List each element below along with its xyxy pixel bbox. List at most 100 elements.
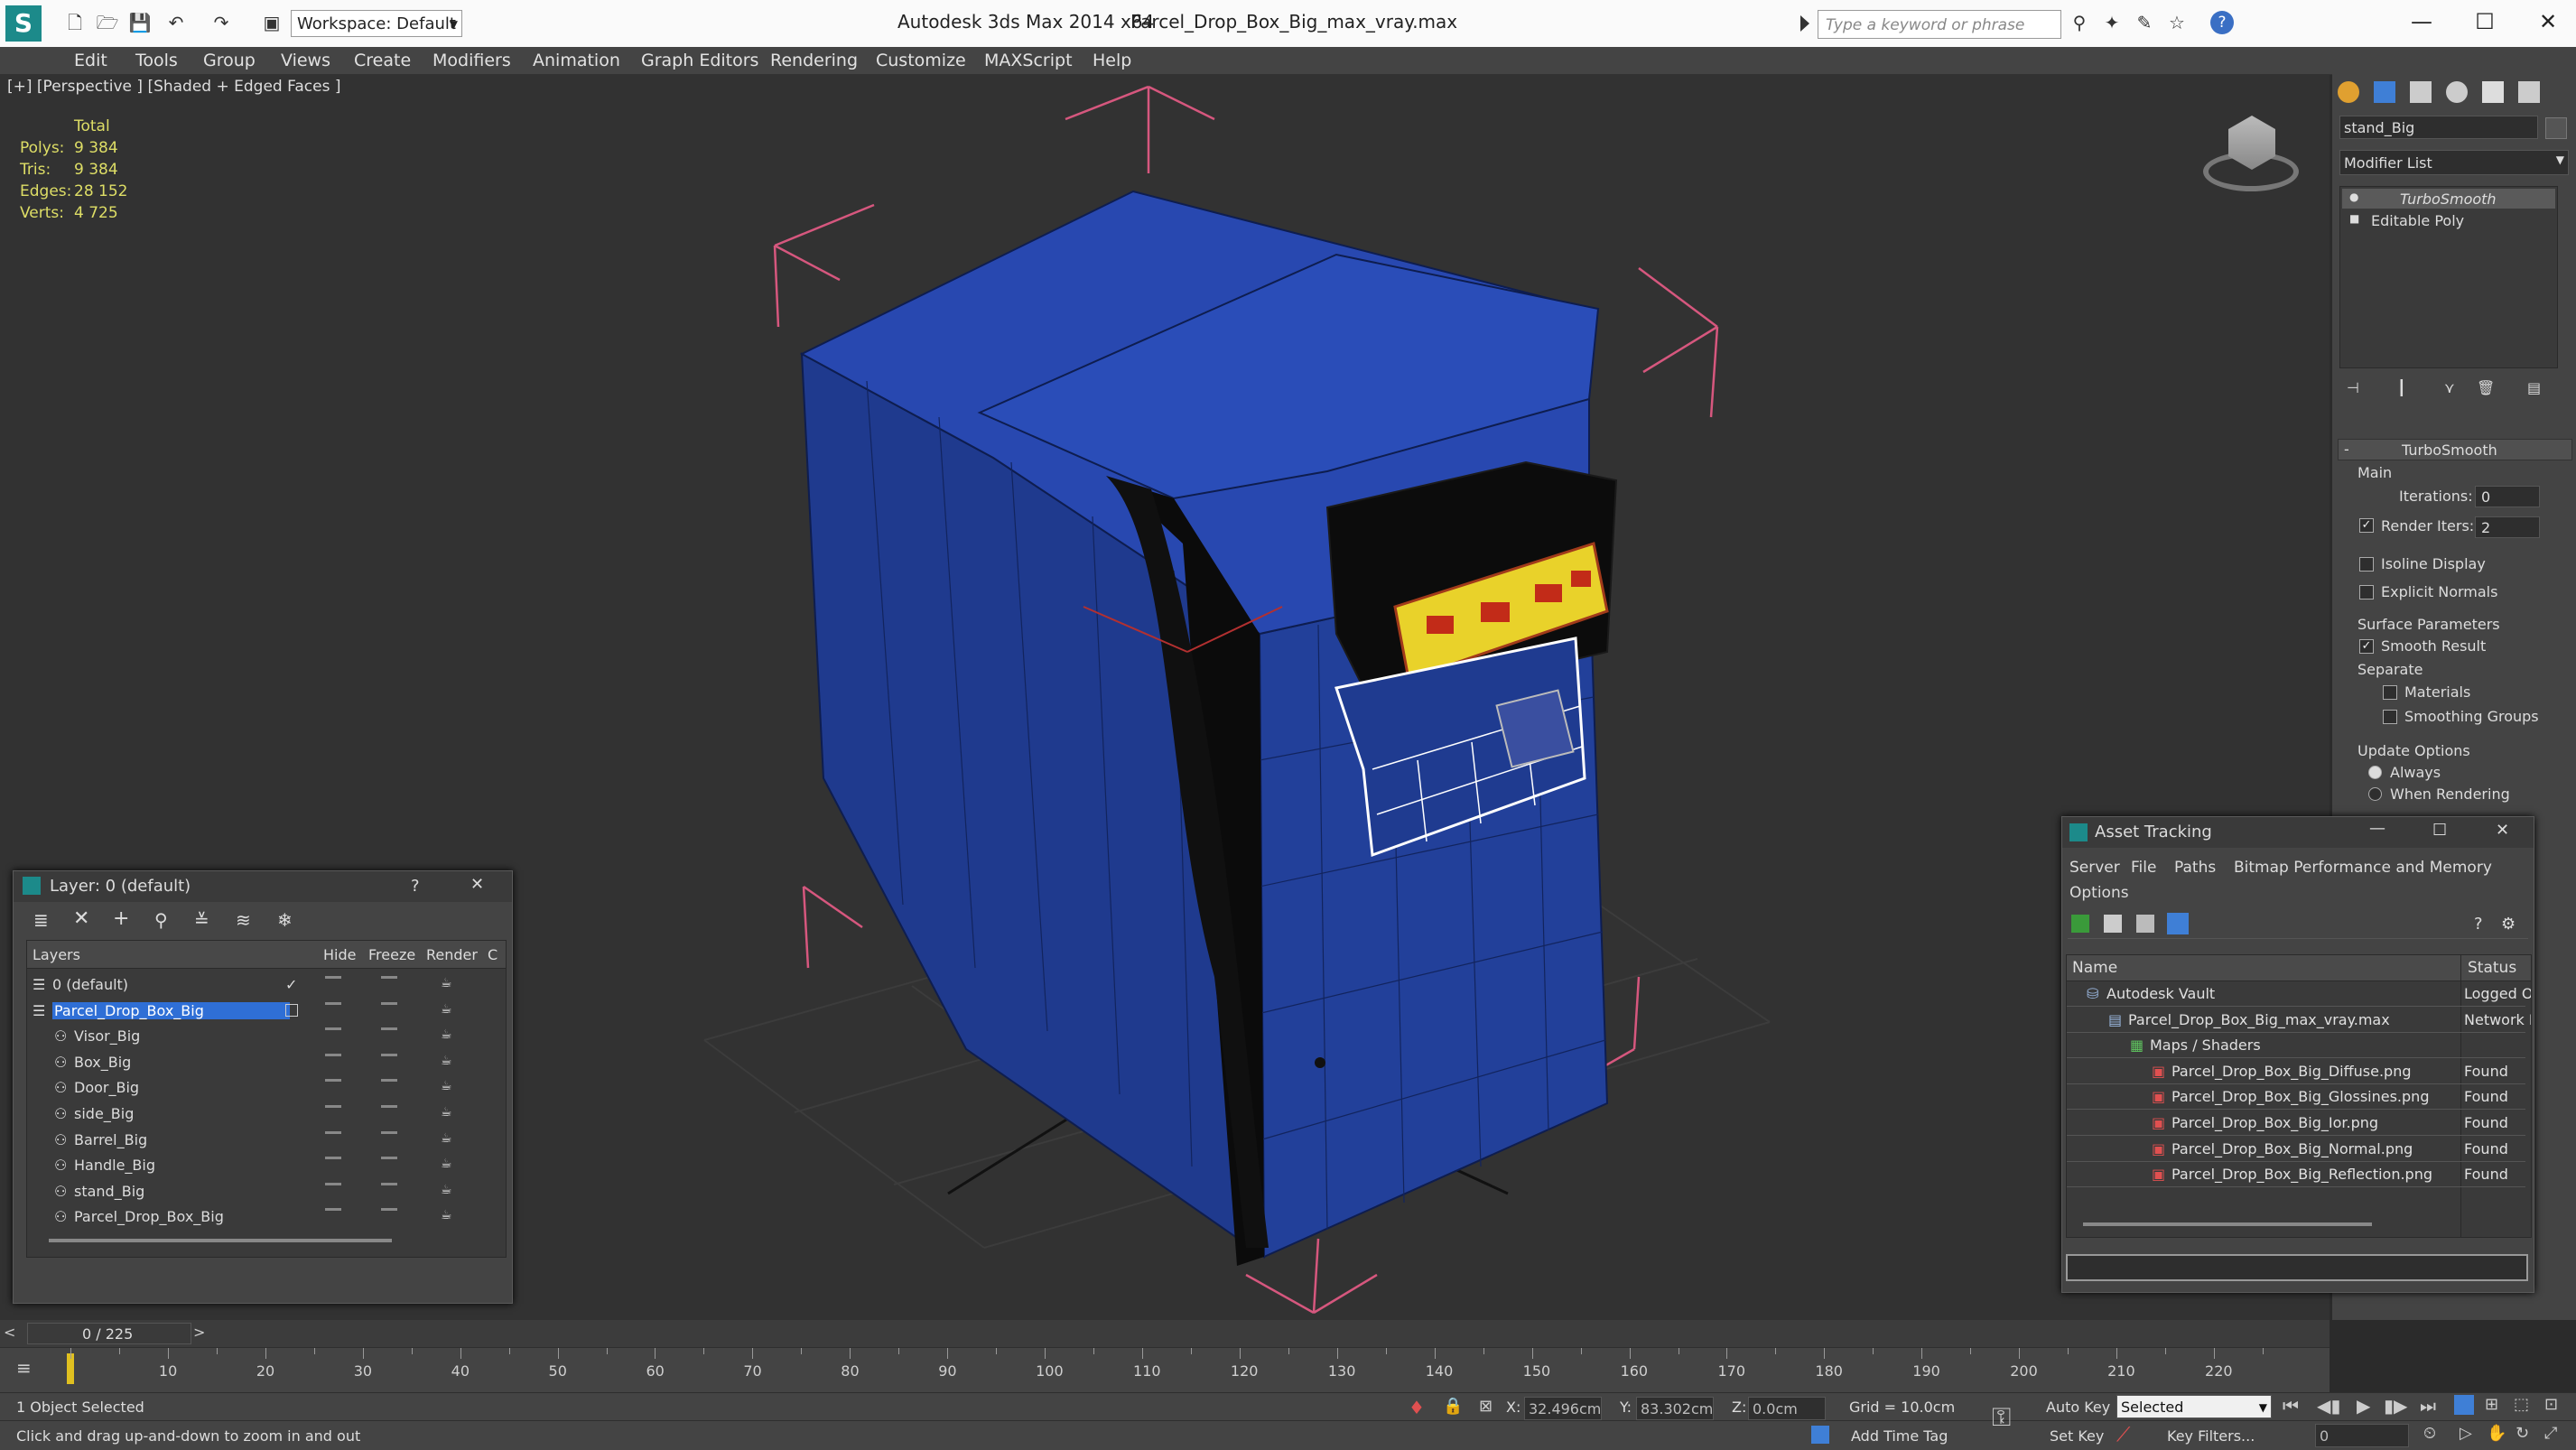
hide-toggle[interactable]	[325, 1001, 341, 1005]
render-teapot-icon[interactable]: ☕	[441, 1079, 452, 1093]
next-frame-icon[interactable]: ▮▶	[2384, 1395, 2407, 1417]
display-tab-icon[interactable]	[2482, 81, 2504, 103]
help-icon[interactable]: ?	[2474, 915, 2492, 934]
menu-animation[interactable]: Animation	[533, 51, 620, 70]
object-color-swatch[interactable]	[2545, 117, 2567, 139]
render-teapot-icon[interactable]: ☕	[441, 1157, 452, 1171]
make-unique-icon[interactable]: ⋎	[2444, 379, 2455, 396]
layer-row[interactable]: ☰ 0 (default) ✓ ☕	[27, 971, 497, 997]
menu-customize[interactable]: Customize	[876, 51, 966, 70]
freeze-toggle[interactable]	[381, 1130, 397, 1134]
time-prev-icon[interactable]: <	[4, 1324, 15, 1341]
hide-toggle[interactable]	[325, 1157, 341, 1160]
go-to-end-icon[interactable]: ⏭	[2420, 1395, 2436, 1417]
viewcube[interactable]	[2203, 116, 2302, 197]
project-folder-icon[interactable]: ▣	[260, 11, 284, 34]
motion-tab-icon[interactable]	[2446, 81, 2468, 103]
current-frame-field[interactable]: 0	[2315, 1424, 2409, 1447]
asset-row[interactable]: ⛁ Autodesk Vault Logged O	[2067, 981, 2531, 1007]
render-teapot-icon[interactable]: ☕	[441, 1183, 452, 1197]
render-teapot-icon[interactable]: ☕	[441, 1027, 452, 1042]
zoom-all-icon[interactable]: ⊞	[2485, 1395, 2498, 1414]
menu-maxscript[interactable]: MAXScript	[984, 51, 1073, 70]
freeze-toggle[interactable]	[381, 1027, 397, 1031]
save-icon[interactable]: 💾	[128, 11, 152, 34]
freeze-toggle[interactable]	[381, 1182, 397, 1185]
asset-row[interactable]: ▣ Parcel_Drop_Box_Big_Diffuse.png Found	[2067, 1058, 2525, 1084]
select-objects-icon[interactable]: ⚲	[154, 909, 168, 931]
create-layer-icon[interactable]: ≣	[33, 909, 49, 931]
materials-checkbox[interactable]	[2383, 685, 2397, 700]
asset-dialog-titlebar[interactable]: Asset Tracking — ☐ ✕	[2062, 817, 2534, 848]
zoom-extents-icon[interactable]: ⬚	[2514, 1395, 2529, 1414]
menu-group[interactable]: Group	[203, 51, 256, 70]
menu-tools[interactable]: Tools	[135, 51, 178, 70]
menu-file[interactable]: File	[2131, 859, 2156, 877]
hide-toggle[interactable]	[325, 1105, 341, 1108]
remove-modifier-icon[interactable]: 🗑	[2477, 379, 2495, 396]
menu-edit[interactable]: Edit	[74, 51, 107, 70]
refresh-icon[interactable]	[2071, 915, 2089, 933]
lock-icon[interactable]: 🔒	[1443, 1397, 1463, 1416]
hide-toggle[interactable]	[325, 976, 341, 979]
modifier-list-dropdown[interactable]: Modifier List ▼	[2339, 150, 2569, 175]
hide-toggle[interactable]	[325, 1053, 341, 1056]
asset-row[interactable]: ▣ Parcel_Drop_Box_Big_Reflection.png Found	[2067, 1161, 2525, 1188]
always-radio[interactable]	[2368, 766, 2382, 779]
freeze-all-icon[interactable]: ❄	[277, 909, 293, 931]
freeze-toggle[interactable]	[381, 1105, 397, 1108]
menu-server[interactable]: Server	[2069, 859, 2120, 877]
col-render[interactable]: Render	[426, 946, 478, 963]
add-time-tag[interactable]: Add Time Tag	[1851, 1427, 1948, 1445]
zoom-extents-all-icon[interactable]: ⊡	[2544, 1395, 2558, 1414]
render-teapot-icon[interactable]: ☕	[441, 976, 452, 990]
minimize-icon[interactable]: —	[2369, 819, 2385, 838]
horizontal-scrollbar[interactable]	[2083, 1222, 2372, 1226]
settings-icon[interactable]: ⚙	[2501, 915, 2519, 934]
key-mode-dropdown[interactable]: Selected ▼	[2116, 1395, 2272, 1418]
smoothing-groups-checkbox[interactable]	[2383, 710, 2397, 724]
asset-row[interactable]: ▣ Parcel_Drop_Box_Big_Ior.png Found	[2067, 1110, 2525, 1136]
hide-toggle[interactable]	[325, 1130, 341, 1134]
subscription-icon[interactable]: ✦	[2100, 11, 2124, 34]
menu-graph-editors[interactable]: Graph Editors	[641, 51, 758, 70]
col-c[interactable]: C	[488, 946, 498, 963]
explicit-normals-checkbox[interactable]	[2359, 585, 2374, 600]
col-hide[interactable]: Hide	[323, 946, 356, 963]
menu-help[interactable]: Help	[1093, 51, 1131, 70]
render-teapot-icon[interactable]: ☕	[441, 1105, 452, 1120]
asset-row[interactable]: ▤ Parcel_Drop_Box_Big_max_vray.max Network…	[2067, 1007, 2531, 1033]
col-status[interactable]: Status	[2468, 959, 2516, 977]
communication-icon[interactable]: ✎	[2133, 11, 2156, 34]
new-file-icon[interactable]: 🗋	[63, 11, 87, 34]
orbit-icon[interactable]: ↻	[2516, 1424, 2529, 1443]
layer-row[interactable]: ⚇ Box_Big ☕	[27, 1049, 497, 1074]
time-next-icon[interactable]: >	[193, 1324, 205, 1341]
menu-modifiers[interactable]: Modifiers	[432, 51, 511, 70]
asset-path-field[interactable]	[2066, 1254, 2528, 1281]
absolute-mode-icon[interactable]: ⊠	[1479, 1397, 1493, 1416]
layer-row[interactable]: ☰ Parcel_Drop_Box_Big ☕	[27, 998, 497, 1023]
help-icon[interactable]: ?	[2210, 11, 2234, 34]
layer-row[interactable]: ⚇ Visor_Big ☕	[27, 1023, 497, 1048]
render-teapot-icon[interactable]: ☕	[441, 1208, 452, 1222]
freeze-toggle[interactable]	[381, 1079, 397, 1083]
zoom-icon[interactable]	[2454, 1395, 2474, 1415]
layer-dialog-titlebar[interactable]: Layer: 0 (default) ? ✕	[14, 871, 512, 902]
pin-stack-icon[interactable]: ⊣	[2347, 379, 2359, 396]
menu-rendering[interactable]: Rendering	[770, 51, 858, 70]
favorites-star-icon[interactable]: ☆	[2165, 11, 2189, 34]
pan-icon[interactable]: ✋	[2487, 1424, 2506, 1443]
render-iters-checkbox[interactable]: ✓	[2359, 518, 2374, 533]
search-input[interactable]: Type a keyword or phrase	[1818, 10, 2061, 39]
object-name-field[interactable]: stand_Big	[2339, 116, 2538, 139]
freeze-toggle[interactable]	[381, 1208, 397, 1212]
hide-all-icon[interactable]: ≋	[236, 909, 251, 931]
z-coordinate-field[interactable]: 0.0cm	[1748, 1397, 1826, 1420]
key-filters-button[interactable]: Key Filters...	[2167, 1427, 2255, 1445]
layer-row[interactable]: ⚇ Handle_Big ☕	[27, 1152, 497, 1177]
maximize-icon[interactable]: ☐	[2458, 5, 2512, 38]
asset-row[interactable]: ▣ Parcel_Drop_Box_Big_Normal.png Found	[2067, 1136, 2525, 1162]
y-coordinate-field[interactable]: 83.302cm	[1636, 1397, 1714, 1420]
close-icon[interactable]: ✕	[2521, 5, 2575, 38]
